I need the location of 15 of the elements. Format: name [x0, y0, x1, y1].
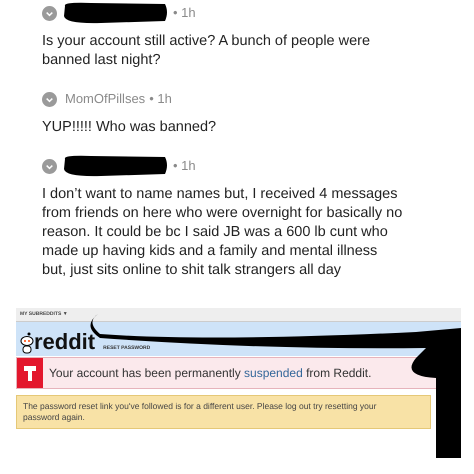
- comment-body: YUP!!!!! Who was banned?: [42, 118, 218, 137]
- reddit-logo[interactable]: reddit: [34, 330, 96, 354]
- comment-body: Is your account still active? A bunch of people were banned last night?: [42, 32, 372, 70]
- collapse-icon[interactable]: [42, 92, 57, 106]
- comment-time: • 1h: [149, 90, 172, 108]
- comment-body: I don’t want to name names but, I received 4 messages from friends on here who were overnight for basically no reason. It could be bc I said JB was a 600 lb cunt who made up having kids and a family and mental illness but, just sits online to shit talk strangers all day: [42, 185, 404, 280]
- notice-message: The password reset link you've followed is for a different user. Please log out try resetting your password again.: [16, 395, 431, 429]
- comment-time: • 1h: [173, 157, 196, 176]
- comment-time: • 1h: [173, 4, 196, 22]
- ban-hammer-icon: [17, 358, 43, 388]
- collapse-icon[interactable]: [42, 158, 57, 174]
- alien-mascot-icon: [20, 332, 34, 354]
- alert-message: Your account has been permanently suspended from Reddit.: [49, 365, 372, 382]
- collapse-icon[interactable]: [42, 6, 57, 20]
- suspended-link[interactable]: suspended: [244, 366, 303, 380]
